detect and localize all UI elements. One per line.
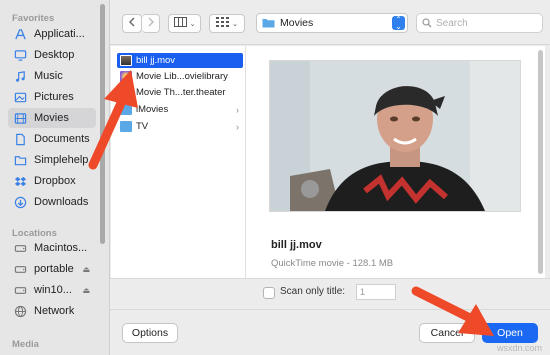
external-disk-icon xyxy=(12,261,28,277)
file-row-bill-jj[interactable]: bill jj.mov xyxy=(117,53,243,68)
folder-icon xyxy=(12,152,28,168)
preview-pane: bill jj.mov QuickTime movie - 128.1 MB xyxy=(247,46,545,278)
grid-view-icon xyxy=(216,17,230,30)
sidebar-item-label: Music xyxy=(34,70,63,82)
options-row: Scan only title: 1 xyxy=(110,278,550,308)
sidebar-item-label: Dropbox xyxy=(34,175,76,187)
chevron-right-icon xyxy=(147,17,155,30)
file-name: Movie Lib...ovielibrary xyxy=(136,71,228,82)
open-button[interactable]: Open xyxy=(482,323,538,343)
folder-icon xyxy=(120,104,132,115)
sidebar-item-label: Simplehelp xyxy=(34,154,89,166)
location-popup[interactable]: Movies ⌃ ⌄ xyxy=(256,13,408,33)
file-row-tv[interactable]: TV › xyxy=(117,119,243,134)
file-column: bill jj.mov Movie Lib...ovielibrary Movi… xyxy=(111,46,246,278)
video-thumbnail xyxy=(270,61,520,211)
preview-scrollbar[interactable] xyxy=(538,50,543,274)
chevron-down-icon: ⌄ xyxy=(189,20,196,28)
desktop-icon xyxy=(12,47,28,63)
preview-file-info: QuickTime movie - 128.1 MB xyxy=(271,258,394,269)
sidebar-item-desktop[interactable]: Desktop xyxy=(8,45,96,65)
sidebar-item-documents[interactable]: Documents xyxy=(8,129,96,149)
dropbox-icon xyxy=(12,173,28,189)
folder-icon xyxy=(120,121,132,132)
documents-icon xyxy=(12,131,28,147)
file-name: Movie Th...ter.theater xyxy=(136,87,226,98)
eject-icon[interactable]: ⏏ xyxy=(82,286,90,295)
sidebar-item-win10[interactable]: win10... ⏏ xyxy=(8,280,96,300)
sidebar-item-label: portable xyxy=(34,263,74,275)
sidebar-item-label: Downloads xyxy=(34,196,89,208)
preview-file-name: bill jj.mov xyxy=(271,239,322,251)
back-button[interactable] xyxy=(122,14,142,33)
external-disk-icon xyxy=(12,282,28,298)
sidebar-item-label: win10... xyxy=(34,284,72,296)
view-mode-button[interactable]: ⌄ xyxy=(168,14,201,33)
sidebar-item-music[interactable]: Music xyxy=(8,66,96,86)
sidebar-item-label: Desktop xyxy=(34,49,75,61)
file-row-movie-theater[interactable]: Movie Th...ter.theater xyxy=(117,85,243,100)
sidebar-item-simplehelp[interactable]: Simplehelp xyxy=(8,150,96,170)
bottom-bar: Options Cancel Open xyxy=(110,309,550,355)
sidebar-item-macintosh-hd[interactable]: Macintos... xyxy=(8,238,96,258)
search-icon xyxy=(422,18,432,28)
group-button[interactable]: ⌄ xyxy=(209,14,245,33)
applications-icon xyxy=(12,26,28,42)
sidebar-item-label: Network xyxy=(34,305,75,317)
sidebar-item-network[interactable]: Network xyxy=(8,301,96,321)
sidebar-item-pictures[interactable]: Pictures xyxy=(8,87,96,107)
sidebar-item-dropbox[interactable]: Dropbox xyxy=(8,171,96,191)
network-icon xyxy=(12,303,28,319)
downloads-icon xyxy=(12,194,28,210)
preview-frame xyxy=(269,60,521,212)
file-name: iMovies xyxy=(136,104,169,115)
popup-stepper-icon: ⌃ ⌄ xyxy=(392,16,405,31)
search-input[interactable]: Search xyxy=(436,18,468,29)
chevron-right-icon: › xyxy=(236,104,239,115)
sidebar-item-movies[interactable]: Movies xyxy=(8,108,96,128)
sidebar-scrollbar[interactable] xyxy=(100,4,105,244)
scan-only-title-label: Scan only title: xyxy=(280,286,346,297)
column-view-icon xyxy=(173,17,187,30)
sidebar-item-label: Applicati... xyxy=(34,28,85,40)
folder-icon xyxy=(262,18,275,28)
file-row-movie-library[interactable]: Movie Lib...ovielibrary xyxy=(117,69,243,84)
video-file-icon xyxy=(120,55,132,66)
sidebar-item-label: Pictures xyxy=(34,91,74,103)
toolbar: ⌄ ⌄ Movies ⌃ ⌄ Search xyxy=(110,0,550,45)
scan-only-title-checkbox[interactable] xyxy=(263,287,275,299)
forward-button[interactable] xyxy=(142,14,160,33)
file-name: bill jj.mov xyxy=(136,55,176,66)
file-row-imovies[interactable]: iMovies › xyxy=(117,102,243,117)
sidebar-item-applications[interactable]: Applicati... xyxy=(8,24,96,44)
location-label: Movies xyxy=(280,17,314,29)
file-browser: bill jj.mov Movie Lib...ovielibrary Movi… xyxy=(111,46,545,278)
sidebar: Favorites Applicati... Desktop Music Pic… xyxy=(0,0,110,355)
sidebar-section-favorites: Favorites xyxy=(12,13,55,24)
music-icon xyxy=(12,68,28,84)
hard-disk-icon xyxy=(12,240,28,256)
sidebar-item-portable[interactable]: portable ⏏ xyxy=(8,259,96,279)
chevron-left-icon xyxy=(128,17,136,30)
sidebar-item-label: Macintos... xyxy=(34,242,88,254)
sidebar-item-label: Movies xyxy=(34,112,69,124)
chevron-down-icon: ⌄ xyxy=(232,20,238,28)
imovie-theater-icon xyxy=(120,87,132,98)
search-field[interactable]: Search xyxy=(416,13,543,33)
imovie-library-icon xyxy=(120,71,132,82)
options-button[interactable]: Options xyxy=(122,323,178,343)
chevron-right-icon: › xyxy=(236,121,239,132)
scan-title-field[interactable]: 1 xyxy=(356,284,396,300)
sidebar-item-label: Documents xyxy=(34,133,90,145)
eject-icon[interactable]: ⏏ xyxy=(82,265,90,274)
pictures-icon xyxy=(12,89,28,105)
file-name: TV xyxy=(136,121,149,132)
cancel-button[interactable]: Cancel xyxy=(419,323,475,343)
sidebar-section-media: Media xyxy=(12,339,39,350)
sidebar-item-downloads[interactable]: Downloads xyxy=(8,192,96,212)
movies-icon xyxy=(12,110,28,126)
